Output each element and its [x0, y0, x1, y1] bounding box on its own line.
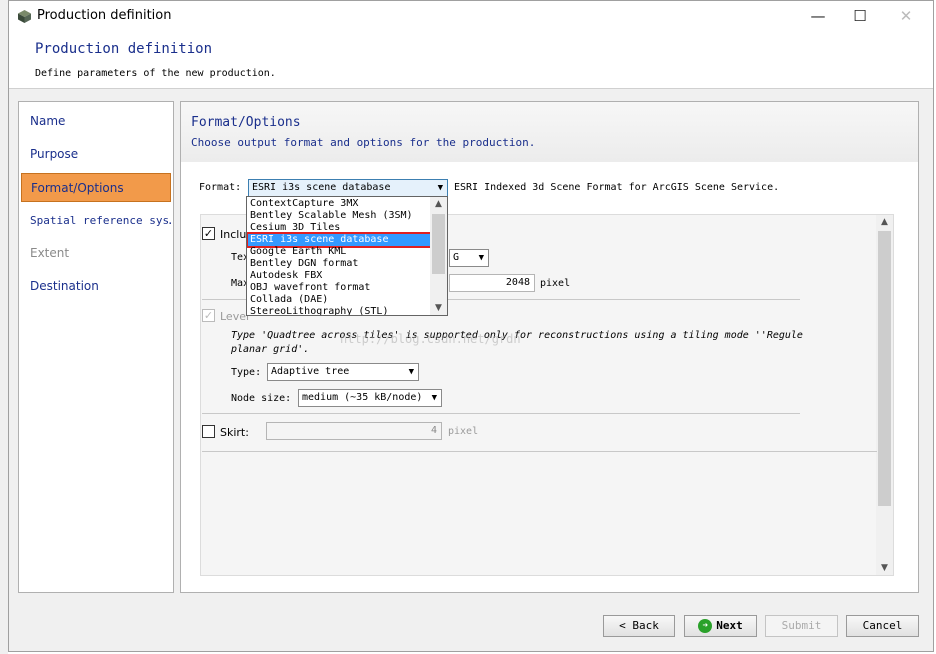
format-description: ESRI Indexed 3d Scene Format for ArcGIS … — [454, 182, 780, 193]
format-option[interactable]: Bentley DGN format — [248, 258, 430, 270]
format-option[interactable]: Collada (DAE) — [248, 294, 430, 306]
node-size-label: Node size: — [231, 393, 292, 404]
minimize-button[interactable]: — — [795, 1, 841, 32]
sidebar-item-purpose[interactable]: Purpose — [21, 140, 171, 169]
sidebar-item-extent: Extent — [30, 246, 70, 260]
sidebar-item-format-options[interactable]: Format/Options — [21, 173, 171, 202]
format-option[interactable]: Cesium 3D Tiles — [248, 222, 430, 234]
format-options-panel: Format/Options Choose output format and … — [180, 101, 919, 593]
scroll-thumb[interactable] — [878, 231, 891, 506]
skirt-input: 4 — [266, 422, 442, 440]
background-window-edge — [0, 0, 8, 654]
dropdown-scrollbar[interactable]: ▲ ▼ — [430, 197, 447, 315]
node-size-select-value: medium (~35 kB/node) — [302, 392, 423, 403]
include-checkbox[interactable]: ✓ — [202, 227, 215, 240]
sidebar-item-spatial-reference[interactable]: Spatial reference sys… — [21, 206, 171, 235]
scroll-up-icon[interactable]: ▲ — [430, 199, 447, 209]
app-cube-icon — [18, 10, 31, 23]
next-button[interactable]: ➜ Next — [684, 615, 757, 637]
lod-note-line-2: planar grid'. — [231, 344, 310, 355]
format-option-selected[interactable]: ESRI i3s scene database — [247, 232, 432, 248]
wizard-header: Production definition Define parameters … — [9, 32, 933, 89]
format-option[interactable]: StereoLithography (STL) — [248, 306, 430, 315]
format-option[interactable]: ContextCapture 3MX — [248, 198, 430, 210]
page-subtitle: Define parameters of the new production. — [35, 68, 276, 79]
chevron-down-icon: ▼ — [431, 393, 437, 403]
format-option[interactable]: Bentley Scalable Mesh (3SM) — [248, 210, 430, 222]
divider — [202, 413, 800, 414]
arrow-right-icon: ➜ — [698, 619, 713, 633]
chevron-down-icon: ▼ — [408, 367, 414, 377]
level-of-detail-label: Level — [220, 310, 250, 323]
sidebar-item-name[interactable]: Name — [21, 107, 171, 136]
format-option[interactable]: Autodesk FBX — [248, 270, 430, 282]
skirt-label: Skirt: — [220, 426, 249, 439]
wizard-steps-sidebar: Name Purpose Format/Options Spatial refe… — [18, 101, 174, 593]
include-label: Inclu — [220, 228, 247, 241]
maximize-button[interactable]: ☐ — [837, 1, 883, 32]
type-select[interactable]: Adaptive tree ▼ — [267, 363, 419, 381]
submit-button: Submit — [765, 615, 838, 637]
max-size-input[interactable]: 2048 — [449, 274, 535, 292]
chevron-down-icon: ▼ — [437, 183, 443, 193]
format-label: Format: — [199, 182, 242, 193]
scroll-up-icon[interactable]: ▲ — [876, 217, 893, 227]
node-size-select[interactable]: medium (~35 kB/node) ▼ — [298, 389, 442, 407]
format-dropdown-list[interactable]: ContextCapture 3MX Bentley Scalable Mesh… — [246, 196, 448, 316]
max-size-unit: pixel — [540, 278, 571, 289]
texture-select[interactable]: G ▼ — [449, 249, 489, 267]
scroll-down-icon[interactable]: ▼ — [430, 303, 447, 313]
back-button[interactable]: < Back — [603, 615, 675, 637]
title-bar: Production definition — ☐ ✕ — [9, 1, 933, 32]
chevron-down-icon: ▼ — [478, 253, 484, 263]
format-option[interactable]: OBJ wavefront format — [248, 282, 430, 294]
sidebar-item-destination[interactable]: Destination — [21, 272, 171, 301]
level-of-detail-checkbox: ✓ — [202, 309, 215, 322]
format-select-value: ESRI i3s scene database — [252, 182, 391, 193]
format-select[interactable]: ESRI i3s scene database ▼ — [248, 179, 448, 197]
window-title: Production definition — [37, 8, 172, 23]
section-header: Format/Options Choose output format and … — [181, 102, 918, 162]
scroll-down-icon[interactable]: ▼ — [876, 563, 893, 573]
type-label: Type: — [231, 367, 262, 378]
dropdown-scroll-thumb[interactable] — [432, 214, 445, 274]
section-title: Format/Options — [191, 115, 301, 130]
divider — [202, 451, 877, 452]
production-definition-dialog: Production definition — ☐ ✕ Production d… — [8, 0, 934, 652]
type-select-value: Adaptive tree — [271, 366, 350, 377]
watermark-text: http://blog.csdn.net/grdn — [340, 332, 521, 346]
skirt-unit: pixel — [448, 426, 479, 437]
close-button[interactable]: ✕ — [883, 1, 929, 32]
options-scrollbar[interactable]: ▲ ▼ — [876, 215, 893, 575]
section-subtitle: Choose output format and options for the… — [191, 136, 536, 149]
format-option[interactable]: Google Earth KML — [248, 246, 430, 258]
next-button-label: Next — [716, 619, 743, 632]
page-title: Production definition — [35, 41, 213, 57]
texture-select-value: G — [453, 252, 460, 263]
skirt-checkbox[interactable] — [202, 425, 215, 438]
cancel-button[interactable]: Cancel — [846, 615, 919, 637]
